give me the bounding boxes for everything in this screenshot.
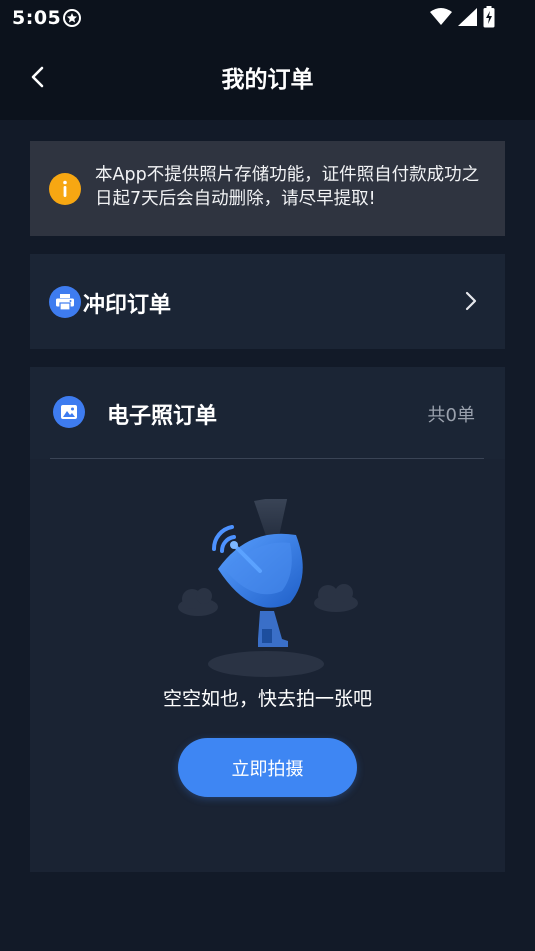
- notice-text: 本App不提供照片存储功能，证件照自付款成功之日起7天后会自动删除，请尽早提取!: [95, 165, 480, 209]
- photo-orders-card: 电子照订单 共0单 空空如也，快去拍一张吧 立即拍摄: [30, 367, 505, 872]
- print-orders-row[interactable]: 冲印订单: [30, 254, 505, 349]
- order-count: 共0单: [427, 405, 475, 426]
- satellite-dish-icon: [178, 499, 358, 677]
- printer-icon: [49, 286, 81, 318]
- status-time: 5:05: [12, 7, 62, 29]
- take-photo-button[interactable]: 立即拍摄: [178, 738, 357, 797]
- signal-icon: [458, 8, 477, 26]
- photo-orders-label: 电子照订单: [107, 404, 218, 429]
- wifi-icon: [430, 8, 452, 25]
- empty-state-text: 空空如也，快去拍一张吧: [162, 688, 372, 710]
- status-icons: [430, 6, 495, 28]
- empty-state: 空空如也，快去拍一张吧 立即拍摄: [30, 459, 505, 872]
- status-bar: 5:05: [0, 0, 535, 36]
- image-icon: [53, 396, 85, 428]
- app-header: 我的订单: [0, 36, 535, 120]
- chevron-right-icon: [465, 291, 477, 311]
- storage-notice: 本App不提供照片存储功能，证件照自付款成功之日起7天后会自动删除，请尽早提取!: [30, 141, 505, 236]
- info-icon: [49, 173, 81, 205]
- shield-badge-icon: [63, 9, 81, 27]
- print-orders-label: 冲印订单: [83, 293, 172, 318]
- battery-charging-icon: [483, 6, 495, 28]
- page-title: 我的订单: [221, 67, 314, 93]
